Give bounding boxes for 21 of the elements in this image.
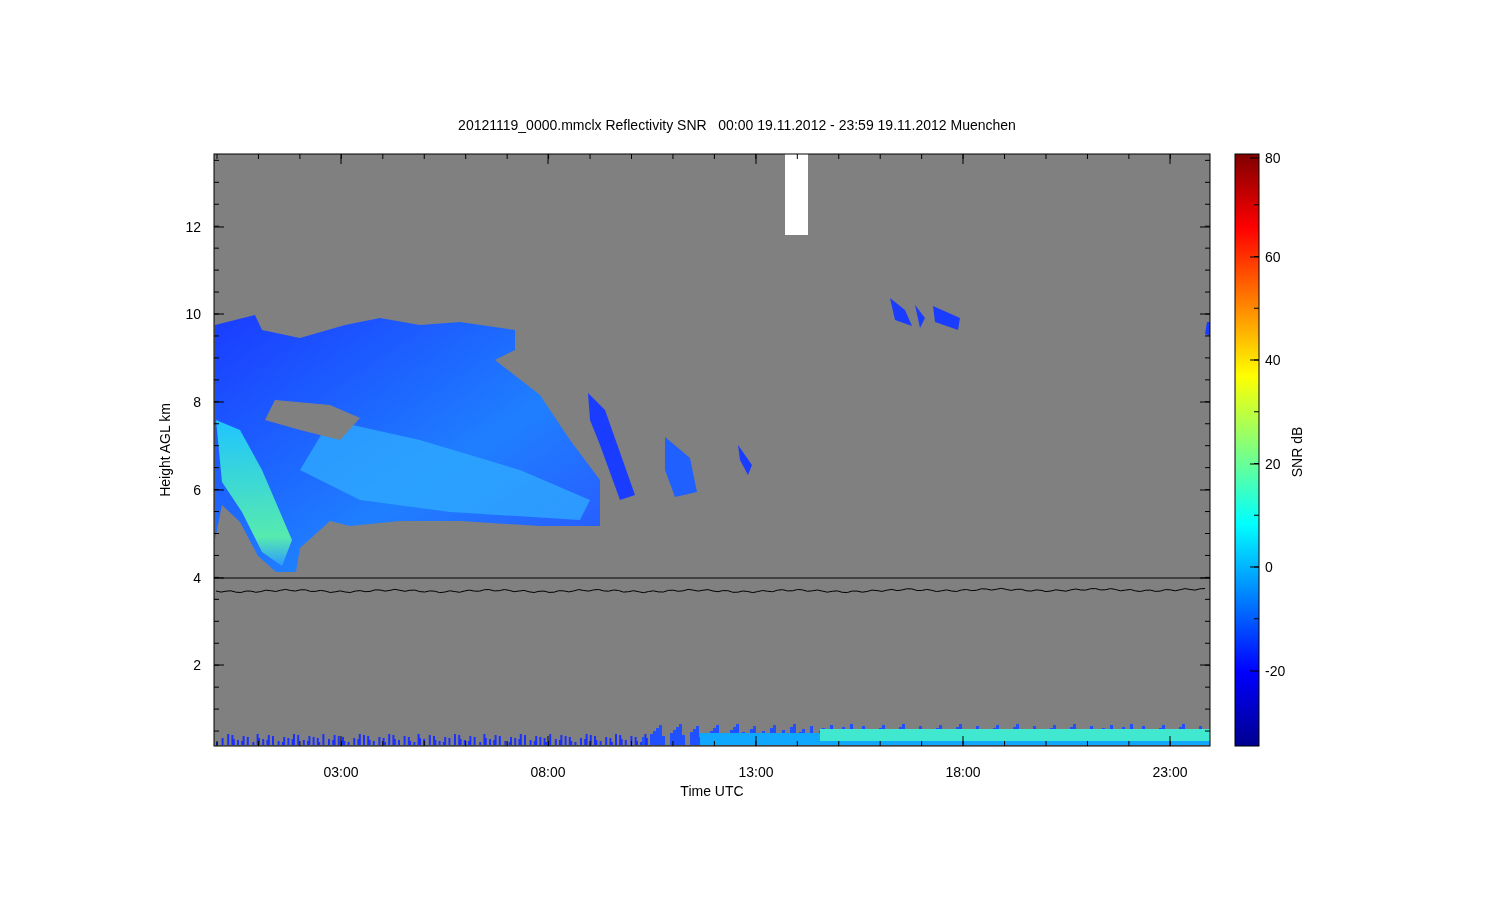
x-tick-label: 03:00: [323, 764, 359, 780]
y-tick-label: 2: [193, 657, 201, 673]
colorbar-tick-label: 0: [1265, 559, 1273, 575]
y-tick-label: 8: [193, 394, 201, 410]
y-tick-label: 12: [185, 219, 201, 235]
colorbar-tick-label: 40: [1265, 352, 1281, 368]
colorbar-label: SNR dB: [1289, 426, 1305, 478]
colorbar-tick-label: 60: [1265, 249, 1281, 265]
colorbar-tick-label: -20: [1265, 663, 1286, 679]
colorbar-tick-label: 20: [1265, 456, 1281, 472]
x-tick-label: 18:00: [945, 764, 981, 780]
x-tick-label: 08:00: [530, 764, 566, 780]
y-axis-label: Height AGL km: [157, 403, 173, 497]
y-tick-label: 10: [185, 306, 201, 322]
x-tick-label: 13:00: [738, 764, 774, 780]
chart-title: 20121119_0000.mmclx Reflectivity SNR 00:00 19.11.2012 - 23:59 19.11.2012 Muenchen: [458, 117, 1016, 133]
colorbar-tick-label: 80: [1265, 150, 1281, 166]
x-axis-label: Time UTC: [680, 783, 744, 799]
y-tick-label: 6: [193, 482, 201, 498]
y-tick-label: 4: [193, 570, 201, 586]
x-tick-label: 23:00: [1152, 764, 1188, 780]
